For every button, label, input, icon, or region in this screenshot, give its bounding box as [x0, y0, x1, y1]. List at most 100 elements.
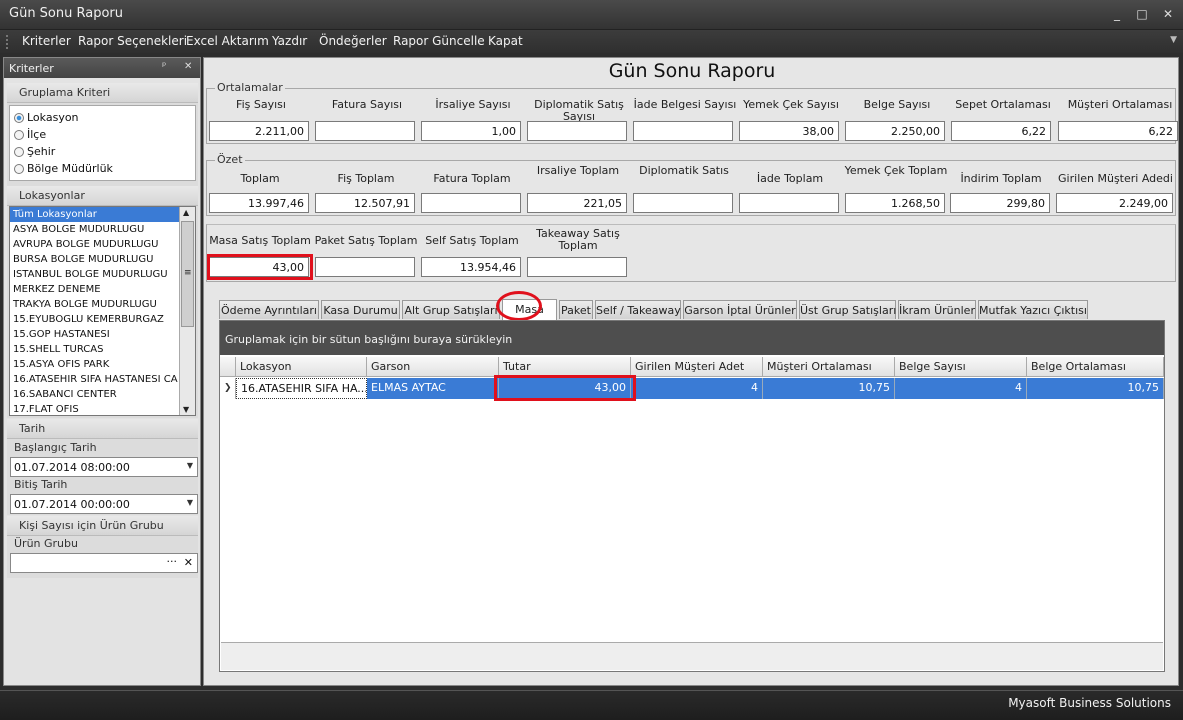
menu-bar: Kriterler Rapor Seçenekleri Excel Aktarı…: [0, 29, 1183, 53]
cell-musteri_adet[interactable]: 4: [631, 378, 763, 399]
menu-rapor-guncelle[interactable]: Rapor Güncelle: [393, 34, 485, 48]
tab-1[interactable]: Kasa Durumu: [321, 300, 400, 319]
status-bar: Myasoft Business Solutions: [0, 690, 1183, 720]
dropdown-arrow-icon[interactable]: ▼: [187, 461, 193, 470]
column-header[interactable]: Garson: [367, 357, 499, 377]
criteria-panel: Kriterler ᵖ ✕ Gruplama Kriteri Lokasyon …: [3, 57, 201, 686]
criteria-panel-header: Kriterler ᵖ ✕: [4, 58, 200, 78]
product-group-input[interactable]: ··· ✕: [10, 553, 198, 573]
tab-9[interactable]: Mutfak Yazıcı Çıktısı: [978, 300, 1088, 319]
average-value[interactable]: 6,22: [1058, 121, 1178, 141]
ellipsis-button[interactable]: ···: [167, 555, 178, 568]
location-item[interactable]: 15.SHELL TURCAS: [10, 342, 179, 357]
radio-ilce[interactable]: İlçe: [10, 126, 195, 143]
column-header[interactable]: Lokasyon: [236, 357, 367, 377]
location-item[interactable]: ASYA BOLGE MUDURLUGU: [10, 222, 179, 237]
menu-grip: [6, 35, 10, 49]
radio-label: Bölge Müdürlük: [27, 162, 113, 175]
radio-bolge-mudurluk[interactable]: Bölge Müdürlük: [10, 160, 195, 177]
column-header[interactable]: Tutar: [499, 357, 631, 377]
cell-lokasyon[interactable]: 16.ATASEHIR SIFA HA...: [236, 378, 367, 399]
menu-rapor-secenekleri[interactable]: Rapor Seçenekleri: [78, 34, 187, 48]
summary-value[interactable]: 1.268,50: [845, 193, 945, 213]
location-item[interactable]: 15.GOP HASTANESI: [10, 327, 179, 342]
dropdown-arrow-icon[interactable]: ▼: [187, 498, 193, 507]
location-item[interactable]: 16.SABANCI CENTER: [10, 387, 179, 402]
end-date-combo[interactable]: 01.07.2014 00:00:00 ▼: [10, 494, 198, 514]
report-title: Gün Sonu Raporu: [608, 60, 776, 82]
average-value[interactable]: 6,22: [951, 121, 1051, 141]
minimize-button[interactable]: _: [1107, 5, 1127, 23]
tab-2[interactable]: Alt Grup Satışları: [402, 300, 500, 319]
group-by-area[interactable]: Gruplamak için bir sütun başlığını buray…: [220, 321, 1164, 355]
location-item[interactable]: BURSA BOLGE MUDURLUGU: [10, 252, 179, 267]
location-item[interactable]: 16.ATASEHIR SIFA HASTANESI CA: [10, 372, 179, 387]
scroll-down-icon[interactable]: ▼: [183, 405, 189, 414]
menu-excel-aktarim[interactable]: Excel Aktarım: [186, 34, 269, 48]
sales-value[interactable]: 13.954,46: [421, 257, 521, 277]
start-date-value: 01.07.2014 08:00:00: [14, 461, 130, 474]
panel-close-icon[interactable]: ✕: [184, 61, 192, 72]
summary-value[interactable]: 2.249,00: [1056, 193, 1173, 213]
title-bar: Gün Sonu Raporu _ □ ✕: [0, 0, 1183, 29]
column-header[interactable]: Belge Sayısı: [895, 357, 1027, 377]
menu-kapat[interactable]: Kapat: [488, 34, 523, 48]
menu-overflow-icon[interactable]: ▼: [1170, 35, 1177, 45]
clear-icon[interactable]: ✕: [184, 556, 193, 569]
cell-garson[interactable]: ELMAS AYTAC: [367, 378, 499, 399]
location-item[interactable]: AVRUPA BOLGE MUDURLUGU: [10, 237, 179, 252]
summary-value[interactable]: 12.507,91: [315, 193, 415, 213]
close-button[interactable]: ✕: [1158, 5, 1178, 23]
menu-yazdir[interactable]: Yazdır: [272, 34, 307, 48]
average-value[interactable]: [633, 121, 733, 141]
pin-icon[interactable]: ᵖ: [162, 61, 166, 72]
sales-value[interactable]: [315, 257, 415, 277]
summary-value[interactable]: 13.997,46: [209, 193, 309, 213]
sales-value[interactable]: [527, 257, 627, 277]
scroll-up-icon[interactable]: ▲: [183, 208, 189, 217]
locations-list[interactable]: Tüm Lokasyonlar ASYA BOLGE MUDURLUGU AVRUP…: [9, 206, 196, 416]
grouping-radio-list: Lokasyon İlçe Şehir Bölge Müdürlük: [9, 105, 196, 181]
start-date-combo[interactable]: 01.07.2014 08:00:00 ▼: [10, 457, 198, 477]
average-value[interactable]: 2.211,00: [209, 121, 309, 141]
column-header[interactable]: Belge Ortalaması: [1027, 357, 1164, 377]
restore-button[interactable]: □: [1132, 5, 1152, 23]
radio-lokasyon[interactable]: Lokasyon: [10, 109, 195, 126]
column-header[interactable]: Girilen Müşteri Adet: [631, 357, 763, 377]
average-value[interactable]: [315, 121, 415, 141]
tab-5[interactable]: Self / Takeaway: [595, 300, 681, 319]
cell-musteri_ort[interactable]: 10,75: [763, 378, 895, 399]
radio-sehir[interactable]: Şehir: [10, 143, 195, 160]
location-item[interactable]: Tüm Lokasyonlar: [10, 207, 179, 222]
average-value[interactable]: [527, 121, 627, 141]
summary-value[interactable]: [633, 193, 733, 213]
average-value[interactable]: 1,00: [421, 121, 521, 141]
tab-0[interactable]: Ödeme Ayrıntıları: [219, 300, 319, 319]
averages-fieldset: Ortalamalar Fiş Sayısı 2.211,00 Fatura Say…: [206, 81, 1178, 144]
summary-value[interactable]: [421, 193, 521, 213]
date-group: Tarih Başlangıç Tarih 01.07.2014 08:00:0…: [7, 419, 198, 515]
summary-value[interactable]: [739, 193, 839, 213]
start-date-label: Başlangıç Tarih: [14, 441, 97, 454]
location-item[interactable]: TRAKYA BOLGE MUDURLUGU: [10, 297, 179, 312]
tab-6[interactable]: Garson İptal Ürünler: [683, 300, 797, 319]
cell-belge_ort[interactable]: 10,75: [1027, 378, 1164, 399]
menu-kriterler[interactable]: Kriterler: [22, 34, 71, 48]
tab-4[interactable]: Paket: [559, 300, 593, 319]
location-item[interactable]: ISTANBUL BOLGE MUDURLUGU: [10, 267, 179, 282]
location-item[interactable]: MERKEZ DENEME: [10, 282, 179, 297]
location-item[interactable]: 17.FLAT OFIS: [10, 402, 179, 415]
cell-belge_sayisi[interactable]: 4: [895, 378, 1027, 399]
location-item[interactable]: 15.ASYA OFIS PARK: [10, 357, 179, 372]
column-header[interactable]: Müşteri Ortalaması: [763, 357, 895, 377]
summary-value[interactable]: 221,05: [527, 193, 627, 213]
sales-fieldset: Masa Satış Toplam 43,00 Paket Satış Toplam…: [206, 224, 1176, 282]
average-value[interactable]: 2.250,00: [845, 121, 945, 141]
average-value[interactable]: 38,00: [739, 121, 839, 141]
tab-8[interactable]: İkram Ürünler: [898, 300, 976, 319]
summary-value[interactable]: 299,80: [950, 193, 1050, 213]
tab-7[interactable]: Üst Grup Satışları: [799, 300, 896, 319]
locations-scrollbar[interactable]: ▲ ≡ ▼: [179, 207, 195, 415]
location-item[interactable]: 15.EYUBOGLU KEMERBURGAZ: [10, 312, 179, 327]
menu-ondegerler[interactable]: Öndeğerler: [319, 34, 387, 48]
